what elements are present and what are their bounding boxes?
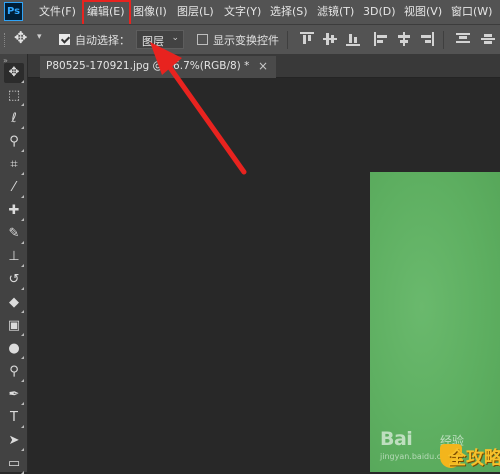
site-logo-text: 全攻略 (448, 448, 500, 469)
site-logo: 全攻略 (440, 440, 500, 470)
baidu-watermark: Bai (380, 428, 413, 450)
annotation-arrow-icon (150, 42, 247, 175)
